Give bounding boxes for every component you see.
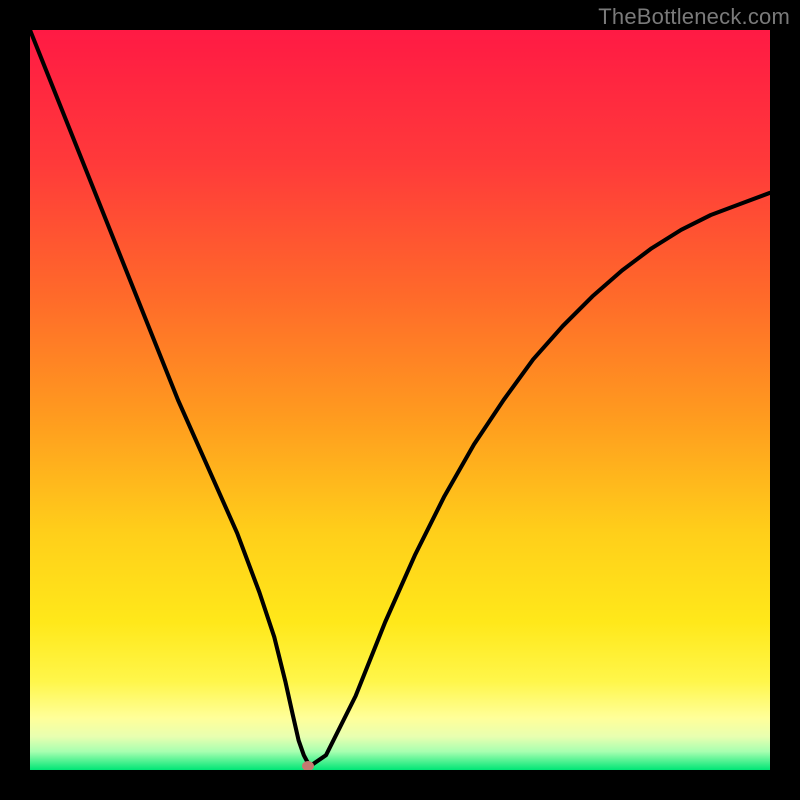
curve-layer	[30, 30, 770, 770]
plot-area	[30, 30, 770, 770]
optimal-point-marker	[302, 761, 314, 770]
bottleneck-curve	[30, 30, 770, 766]
chart-stage: TheBottleneck.com	[0, 0, 800, 800]
watermark: TheBottleneck.com	[598, 4, 790, 30]
